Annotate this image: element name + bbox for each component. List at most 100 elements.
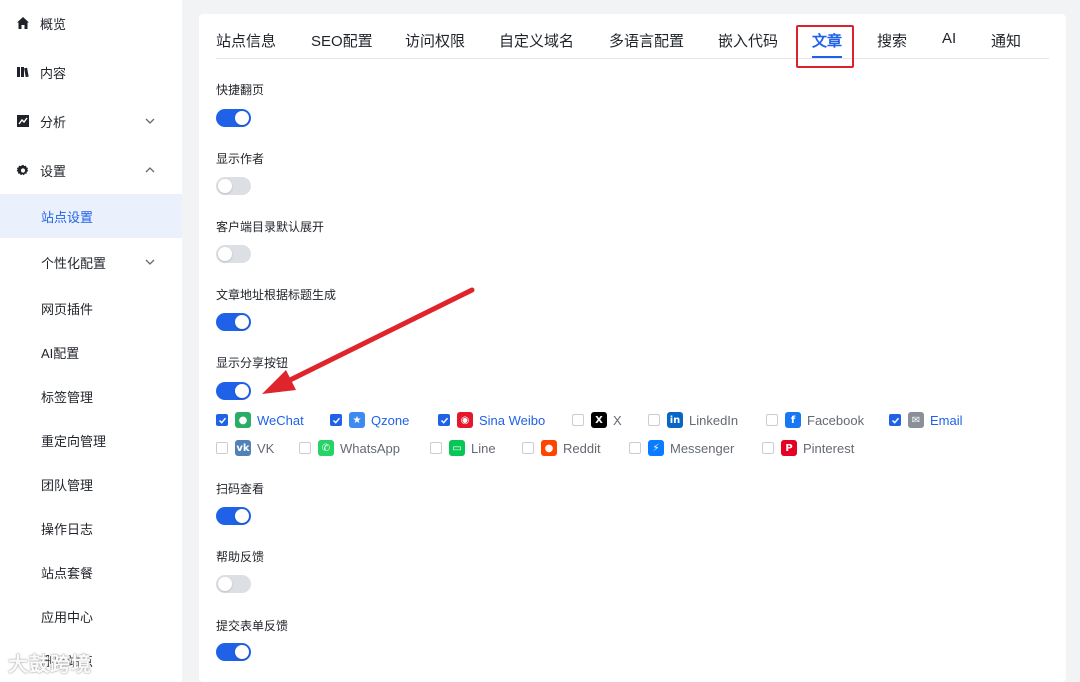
email-icon: ✉: [908, 412, 924, 428]
share-option[interactable]: ✆ WhatsApp: [299, 439, 400, 457]
share-checkbox[interactable]: [762, 442, 774, 454]
share-name: WeChat: [257, 412, 304, 428]
share-option[interactable]: f Facebook: [766, 411, 864, 429]
share-checkbox[interactable]: [216, 414, 228, 426]
toggle-help-feedback[interactable]: [216, 575, 251, 593]
tab-embed-code[interactable]: 嵌入代码: [718, 30, 778, 51]
sidebar-item-site-plan[interactable]: 站点套餐: [0, 550, 182, 594]
sidebar-item-label: 站点设置: [41, 209, 94, 225]
sidebar-item-ai-config[interactable]: AI配置: [0, 330, 182, 374]
nav-analytics-label: 分析: [40, 114, 67, 130]
share-checkbox[interactable]: [889, 414, 901, 426]
sidebar-item-site-settings[interactable]: 站点设置: [0, 194, 182, 238]
sidebar-item-label: 重定向管理: [41, 433, 107, 449]
x-icon: X: [591, 412, 607, 428]
share-name: Pinterest: [803, 440, 855, 456]
home-icon: [16, 16, 30, 30]
nav-overview-label: 概览: [40, 16, 67, 32]
setting-label-scan-view: 扫码查看: [216, 482, 265, 496]
setting-label-share-buttons: 显示分享按钮: [216, 356, 289, 370]
chevron-down-icon: [145, 259, 155, 265]
sidebar-item-label: 个性化配置: [41, 255, 107, 271]
chevron-down-icon: [145, 118, 155, 124]
share-checkbox[interactable]: [648, 414, 660, 426]
share-checkbox[interactable]: [430, 442, 442, 454]
share-name: Reddit: [563, 440, 601, 456]
facebook-icon: f: [785, 412, 801, 428]
tab-ai[interactable]: AI: [942, 30, 956, 47]
toggle-form-feedback[interactable]: [216, 643, 251, 661]
sidebar-item-plugins[interactable]: 网页插件: [0, 286, 182, 330]
share-checkbox[interactable]: [766, 414, 778, 426]
share-option[interactable]: vk VK: [216, 439, 274, 457]
share-option[interactable]: ★ Qzone: [330, 411, 409, 429]
share-option[interactable]: XX: [572, 411, 622, 429]
wechat-icon: ●: [235, 412, 251, 428]
watermark: 大鼓跨境: [8, 654, 92, 676]
pinterest-icon: P: [781, 440, 797, 456]
sidebar-item-op-log[interactable]: 操作日志: [0, 506, 182, 550]
sidebar-item-label: 标签管理: [41, 389, 94, 405]
share-option[interactable]: ◉ Sina Weibo: [438, 411, 545, 429]
toggle-share-buttons[interactable]: [216, 382, 251, 400]
share-checkbox[interactable]: [572, 414, 584, 426]
share-name: Line: [471, 440, 496, 456]
share-checkbox[interactable]: [216, 442, 228, 454]
sidebar-item-team-manage[interactable]: 团队管理: [0, 462, 182, 506]
toggle-show-author[interactable]: [216, 177, 251, 195]
share-name: LinkedIn: [689, 412, 739, 428]
share-checkbox[interactable]: [330, 414, 342, 426]
share-checkbox[interactable]: [438, 414, 450, 426]
vk-icon: vk: [235, 440, 251, 456]
sidebar-item-label: 站点套餐: [41, 565, 94, 581]
share-option[interactable]: ● Reddit: [522, 439, 601, 457]
share-checkbox[interactable]: [629, 442, 641, 454]
nav-settings[interactable]: 设置: [0, 159, 182, 181]
setting-label-quick-paging: 快捷翻页: [216, 83, 265, 97]
toggle-toc-expand[interactable]: [216, 245, 251, 263]
nav-content[interactable]: 内容: [0, 61, 182, 83]
share-option[interactable]: ⚡ Messenger: [629, 439, 734, 457]
chart-icon: [16, 114, 30, 128]
whatsapp-icon: ✆: [318, 440, 334, 456]
qzone-icon: ★: [349, 412, 365, 428]
highlight-box: [796, 25, 854, 68]
linkedin-icon: in: [667, 412, 683, 428]
nav-overview[interactable]: 概览: [0, 12, 182, 34]
messenger-icon: ⚡: [648, 440, 664, 456]
toggle-scan-view[interactable]: [216, 507, 251, 525]
sidebar-item-label: 操作日志: [41, 521, 94, 537]
share-option[interactable]: ● WeChat: [216, 411, 304, 429]
toggle-title-url[interactable]: [216, 313, 251, 331]
share-name: Facebook: [807, 412, 865, 428]
share-name: Qzone: [371, 412, 410, 428]
tab-seo[interactable]: SEO配置: [311, 30, 373, 51]
sidebar: 概览 内容 分析 设置 站点设置 个性化配置 网页插件 AI配置 标签管理 重定…: [0, 0, 182, 682]
tab-access[interactable]: 访问权限: [405, 30, 465, 51]
tab-search[interactable]: 搜索: [877, 30, 907, 51]
share-option[interactable]: ✉ Email: [889, 411, 963, 429]
weibo-icon: ◉: [457, 412, 473, 428]
tab-notify[interactable]: 通知: [991, 30, 1021, 51]
share-option[interactable]: ▭ Line: [430, 439, 496, 457]
share-name: Sina Weibo: [479, 412, 546, 428]
sidebar-item-personalization[interactable]: 个性化配置: [0, 240, 182, 284]
sidebar-item-label: 网页插件: [41, 301, 94, 317]
share-option[interactable]: in LinkedIn: [648, 411, 738, 429]
nav-analytics[interactable]: 分析: [0, 110, 182, 132]
share-checkbox[interactable]: [299, 442, 311, 454]
sidebar-item-tag-manage[interactable]: 标签管理: [0, 374, 182, 418]
share-option[interactable]: P Pinterest: [762, 439, 854, 457]
tab-multilang[interactable]: 多语言配置: [609, 30, 684, 51]
tab-site-info[interactable]: 站点信息: [216, 30, 276, 51]
toggle-quick-paging[interactable]: [216, 109, 251, 127]
share-checkbox[interactable]: [522, 442, 534, 454]
tab-bar: 站点信息 SEO配置 访问权限 自定义域名 多语言配置 嵌入代码 文章 搜索 A…: [216, 14, 1049, 59]
reddit-icon: ●: [541, 440, 557, 456]
sidebar-item-redirect-manage[interactable]: 重定向管理: [0, 418, 182, 462]
settings-card: 站点信息 SEO配置 访问权限 自定义域名 多语言配置 嵌入代码 文章 搜索 A…: [199, 14, 1066, 682]
tab-custom-domain[interactable]: 自定义域名: [499, 30, 574, 51]
sidebar-item-app-center[interactable]: 应用中心: [0, 594, 182, 638]
setting-label-help-feedback: 帮助反馈: [216, 550, 265, 564]
share-name: Messenger: [670, 440, 735, 456]
